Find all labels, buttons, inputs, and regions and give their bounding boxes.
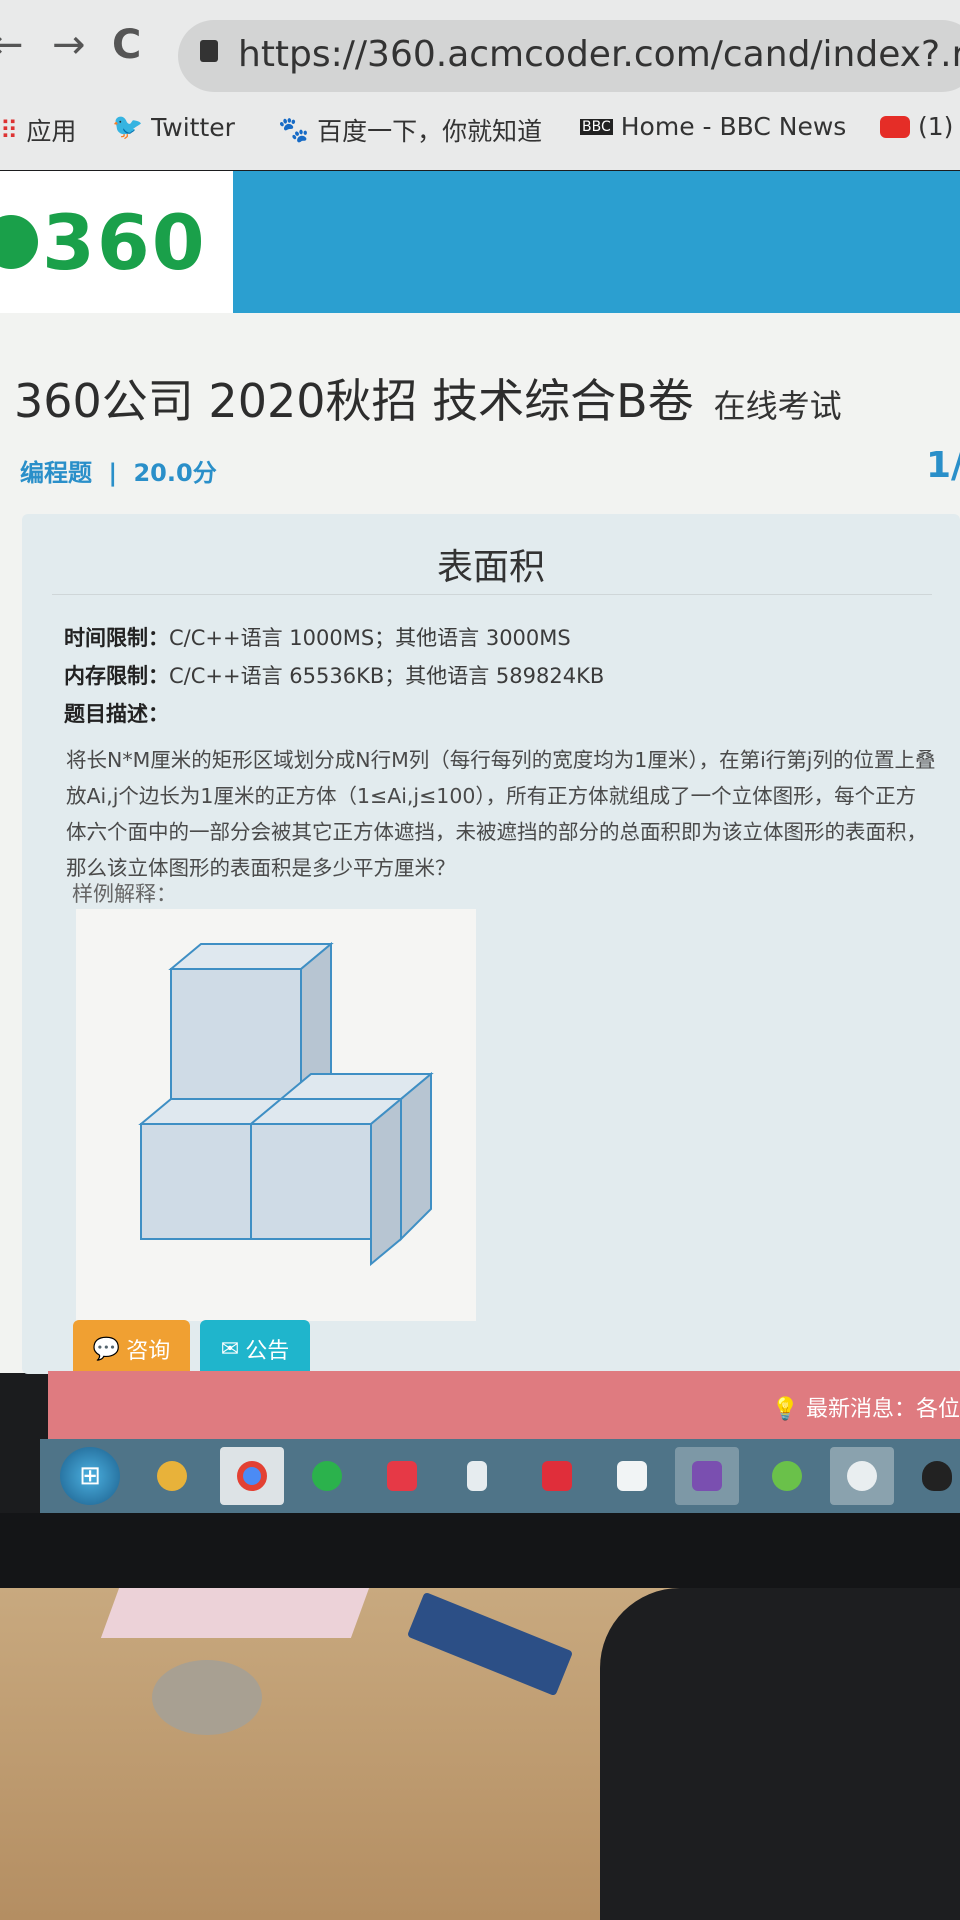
taskbar-qq[interactable] xyxy=(905,1447,960,1505)
taskbar-app-360[interactable] xyxy=(140,1447,204,1505)
forward-icon[interactable]: → xyxy=(52,22,86,68)
monitor-bezel xyxy=(0,1513,960,1588)
url-text: https://360.acmcoder.com/cand/index?.r=0… xyxy=(238,34,960,75)
taskbar-wechat[interactable] xyxy=(755,1447,819,1505)
red-calendar-icon xyxy=(387,1461,417,1491)
bookmark-youtube[interactable]: (1) xyxy=(880,112,953,141)
sogou-icon xyxy=(847,1461,877,1491)
bookmarks-bar: ⠿ 应用 🐦 Twitter 🐾 百度一下，你就知道 BBC Home - BBC Ne… xyxy=(0,102,960,162)
notepad-icon xyxy=(467,1461,487,1491)
memory-limit: 内存限制：C/C++语言 65536KB；其他语言 589824KB xyxy=(64,664,605,688)
taskbar-baidu-cloud[interactable] xyxy=(600,1447,664,1505)
logo-mark-icon xyxy=(0,215,38,269)
taskbar-chrome[interactable] xyxy=(220,1447,284,1505)
reload-icon[interactable]: C xyxy=(112,22,141,68)
start-button[interactable]: ⊞ xyxy=(60,1447,120,1505)
monitor-stand xyxy=(600,1588,960,1920)
exam-title: 360公司 2020秋招 技术综合B卷 在线考试 xyxy=(14,374,842,428)
consult-button[interactable]: 💬 咨询 xyxy=(73,1320,190,1378)
cloud-icon xyxy=(617,1461,647,1491)
exam-subtitle: 在线考试 xyxy=(713,387,842,425)
360-logo: 360 xyxy=(0,171,233,313)
wechat-icon xyxy=(772,1461,802,1491)
netease-music-icon xyxy=(542,1461,572,1491)
sample-label: 样例解释： xyxy=(72,882,177,906)
latest-news[interactable]: 💡 最新消息：各位 xyxy=(772,1391,960,1423)
baidu-paw-icon: 🐾 xyxy=(278,115,310,144)
address-bar[interactable]: https://360.acmcoder.com/cand/index?.r=0… xyxy=(178,20,960,92)
problem-title: 表面积 xyxy=(436,547,545,588)
taskbar-app-red[interactable] xyxy=(370,1447,434,1505)
windows-taskbar: ⊞ xyxy=(40,1439,960,1513)
question-index: 1/ xyxy=(926,445,960,486)
notice-button[interactable]: ✉ 公告 xyxy=(200,1320,310,1378)
nav-bar: ← → C https://360.acmcoder.com/cand/inde… xyxy=(0,14,960,94)
divider xyxy=(52,594,932,595)
taskbar-app-green[interactable] xyxy=(295,1447,359,1505)
envelope-icon: ✉ xyxy=(220,1336,240,1362)
bbc-icon: BBC xyxy=(580,118,613,135)
chat-bubble-icon: 💬 xyxy=(92,1336,121,1362)
bookmark-apps[interactable]: ⠿ 应用 xyxy=(0,112,76,148)
cubes-illustration xyxy=(138,941,434,1267)
taskbar-notepad[interactable] xyxy=(445,1447,509,1505)
taskbar-netease-music[interactable] xyxy=(525,1447,589,1505)
problem-panel: 表面积 时间限制：C/C++语言 1000MS；其他语言 3000MS 内存限制… xyxy=(22,514,960,1378)
taskbar-sogou[interactable] xyxy=(830,1447,894,1505)
twitter-bird-icon: 🐦 xyxy=(112,112,144,141)
green-app-icon xyxy=(312,1461,342,1491)
site-header: 360 xyxy=(0,171,960,313)
news-bar: 💡 最新消息：各位 xyxy=(48,1371,960,1439)
taskbar-visual-studio[interactable] xyxy=(675,1447,739,1505)
visual-studio-icon xyxy=(692,1461,722,1491)
problem-description: 将长N*M厘米的矩形区域划分成N行M列（每行每列的宽度均为1厘米），在第i行第j… xyxy=(66,748,936,880)
bookmark-baidu[interactable]: 🐾 百度一下，你就知道 xyxy=(278,112,542,148)
browser-chrome: ← → C https://360.acmcoder.com/cand/inde… xyxy=(0,0,960,170)
youtube-icon xyxy=(880,115,910,138)
qq-penguin-icon xyxy=(922,1461,952,1491)
chrome-icon xyxy=(237,1461,267,1491)
pink-paper xyxy=(100,1588,370,1638)
app-360-icon xyxy=(157,1461,187,1491)
lock-icon xyxy=(200,40,218,62)
bookmark-bbc[interactable]: BBC Home - BBC News xyxy=(580,112,846,141)
stone xyxy=(152,1660,262,1735)
question-meta: 编程题 | 20.0分 xyxy=(20,459,217,487)
windows-logo-icon: ⊞ xyxy=(79,1461,101,1491)
bookmark-twitter[interactable]: 🐦 Twitter xyxy=(112,112,235,142)
apps-grid-icon: ⠿ xyxy=(0,115,19,145)
header-band xyxy=(233,171,960,313)
description-label: 题目描述： xyxy=(64,702,169,726)
exam-page: 360公司 2020秋招 技术综合B卷在线考试 编程题 | 20.0分 1/ 表… xyxy=(0,313,960,1378)
lightbulb-icon: 💡 xyxy=(771,1397,799,1422)
sample-cubes-image xyxy=(76,909,476,1321)
back-icon[interactable]: ← xyxy=(0,22,24,68)
time-limit: 时间限制：C/C++语言 1000MS；其他语言 3000MS xyxy=(64,626,571,650)
